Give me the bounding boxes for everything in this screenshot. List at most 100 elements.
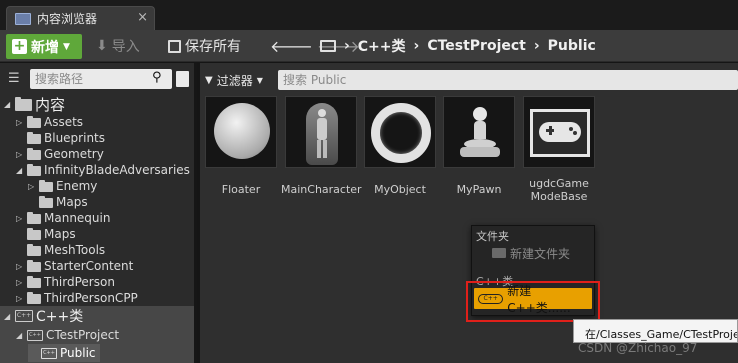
tree-item-cpp-classes[interactable]: ◢ C++ C++类 — [4, 308, 83, 325]
new-folder-label: 新建文件夹 — [510, 246, 571, 261]
cpp-folder-icon: C++ — [27, 329, 43, 341]
breadcrumb: › C++类 › CTestProject › Public — [320, 36, 596, 56]
folder-icon — [27, 211, 41, 224]
folder-icon — [27, 147, 41, 160]
tree-item-label: Public — [60, 346, 96, 360]
tree-item-label: ThirdPersonCPP — [44, 291, 138, 305]
breadcrumb-separator-icon[interactable]: › — [534, 38, 540, 54]
tree-item[interactable]: Blueprints — [16, 130, 105, 146]
new-folder-icon — [492, 248, 506, 258]
expand-arrow-icon[interactable]: ▷ — [16, 278, 24, 287]
sphere-icon — [214, 103, 270, 159]
asset-search-input[interactable]: 搜索 Public — [278, 70, 738, 90]
asset-tile[interactable] — [443, 96, 515, 168]
tree-item-label: Mannequin — [44, 211, 111, 225]
tree-item[interactable]: Maps — [28, 194, 88, 210]
tree-item[interactable]: ◢ InfinityBladeAdversaries — [16, 162, 190, 178]
annotation-highlight-box — [466, 281, 600, 322]
tree-item[interactable]: ▷ ThirdPersonCPP — [16, 290, 138, 306]
tree-item-label: Blueprints — [44, 131, 106, 145]
watermark: CSDN @Zhichao_97 — [578, 341, 698, 355]
filter-button[interactable]: ▼ 过滤器 ▼ — [205, 70, 263, 90]
expand-arrow-icon[interactable]: ◢ — [16, 166, 24, 175]
save-all-button[interactable]: 保存所有 — [168, 36, 241, 56]
tree-item-label: 内容 — [35, 95, 66, 114]
tree-item[interactable]: Maps — [16, 226, 76, 242]
folder-icon — [27, 243, 41, 256]
folder-icon — [27, 291, 41, 304]
tree-item[interactable]: ▷ ThirdPerson — [16, 274, 115, 290]
chevron-down-icon: ▼ — [63, 41, 70, 52]
tree-item[interactable]: ◢ C++ CTestProject — [16, 327, 119, 343]
breadcrumb-separator-icon[interactable]: › — [414, 38, 420, 54]
pawn-icon — [444, 97, 514, 167]
breadcrumb-separator-icon[interactable]: › — [344, 38, 350, 54]
ring-icon — [371, 103, 431, 163]
asset-label: MainCharacter — [281, 183, 362, 196]
toolbar: + 新增 ▼ ⬇ 导入 保存所有 🡐 🡒 › C++类 › CTestProje… — [0, 30, 738, 62]
expand-arrow-icon[interactable]: ▷ — [28, 182, 36, 191]
tree-item[interactable]: ▷ Enemy — [28, 178, 97, 194]
search-icon[interactable]: ⚲ — [152, 70, 162, 85]
tree-item-selected[interactable]: C++ Public — [28, 344, 100, 362]
expand-arrow-icon[interactable]: ▷ — [16, 262, 24, 271]
close-icon[interactable]: × — [137, 10, 148, 25]
new-button[interactable]: + 新增 ▼ — [6, 34, 82, 59]
tree-item[interactable]: ▷ Geometry — [16, 146, 104, 162]
asset-tile[interactable] — [285, 96, 357, 168]
gamepad-icon — [530, 109, 590, 157]
tab-title: 内容浏览器 — [37, 12, 98, 26]
tree-item-label: Maps — [56, 195, 88, 209]
tree-item[interactable]: ▷ Assets — [16, 114, 83, 130]
expand-arrow-icon[interactable]: ▷ — [16, 214, 24, 223]
cpp-folder-icon: C++ — [15, 310, 33, 322]
tree-item-label: Enemy — [56, 179, 98, 193]
tree-toggle-icon[interactable]: ☰ — [8, 71, 20, 86]
tree-item-label: Maps — [44, 227, 76, 241]
new-folder-menu-item[interactable]: 新建文件夹 — [492, 244, 570, 262]
import-button[interactable]: ⬇ 导入 — [96, 36, 140, 56]
asset-label: MyPawn — [456, 183, 502, 196]
asset-label: Floater — [221, 183, 261, 196]
expand-arrow-icon[interactable]: ◢ — [4, 100, 12, 109]
asset-tile[interactable] — [364, 96, 436, 168]
tree-item-label: MeshTools — [44, 243, 106, 257]
expand-arrow-icon[interactable]: ▷ — [16, 294, 24, 303]
tree-item-label: ThirdPerson — [44, 275, 115, 289]
folder-icon — [15, 96, 32, 111]
back-arrow-icon[interactable]: 🡐 — [270, 36, 313, 56]
import-label: 导入 — [111, 39, 140, 55]
tree-item-label: InfinityBladeAdversaries — [44, 163, 190, 177]
tree-item[interactable]: MeshTools — [16, 242, 105, 258]
filter-label: 过滤器 — [216, 73, 253, 88]
path-tooltip: 在/Classes_Game/CTestProject — [573, 319, 738, 343]
breadcrumb-item[interactable]: CTestProject — [427, 38, 526, 54]
tree-item-label: StarterContent — [44, 259, 134, 273]
add-icon: + — [12, 38, 27, 54]
folder-icon — [27, 115, 41, 128]
tree-item-label: Geometry — [44, 147, 104, 161]
save-icon — [168, 39, 181, 53]
folder-icon — [27, 227, 41, 240]
menu-section-folder: 文件夹 — [476, 230, 509, 243]
breadcrumb-item[interactable]: C++类 — [358, 36, 406, 56]
save-all-label: 保存所有 — [185, 39, 241, 55]
tree-item[interactable]: ▷ Mannequin — [16, 210, 110, 226]
asset-label: MyObject — [374, 183, 426, 196]
asset-tile[interactable] — [523, 96, 595, 168]
expand-arrow-icon[interactable]: ▷ — [16, 150, 24, 159]
expand-arrow-icon[interactable]: ◢ — [16, 331, 24, 340]
tree-item[interactable]: ▷ StarterContent — [16, 258, 133, 274]
breadcrumb-item[interactable]: Public — [548, 38, 596, 54]
view-options-icon[interactable] — [176, 71, 189, 87]
chevron-down-icon: ▼ — [256, 75, 263, 85]
folder-icon — [27, 259, 41, 272]
asset-tile[interactable] — [205, 96, 277, 168]
tree-item-content[interactable]: ◢ 内容 — [4, 95, 66, 114]
tab-content-browser[interactable]: 内容浏览器 × — [6, 6, 155, 30]
expand-arrow-icon[interactable]: ◢ — [4, 312, 12, 321]
tree-item-label: Assets — [44, 115, 84, 129]
content-browser-icon — [15, 12, 31, 25]
expand-arrow-icon[interactable]: ▷ — [16, 118, 24, 127]
path-search-input[interactable]: 搜索路径 — [30, 69, 172, 89]
